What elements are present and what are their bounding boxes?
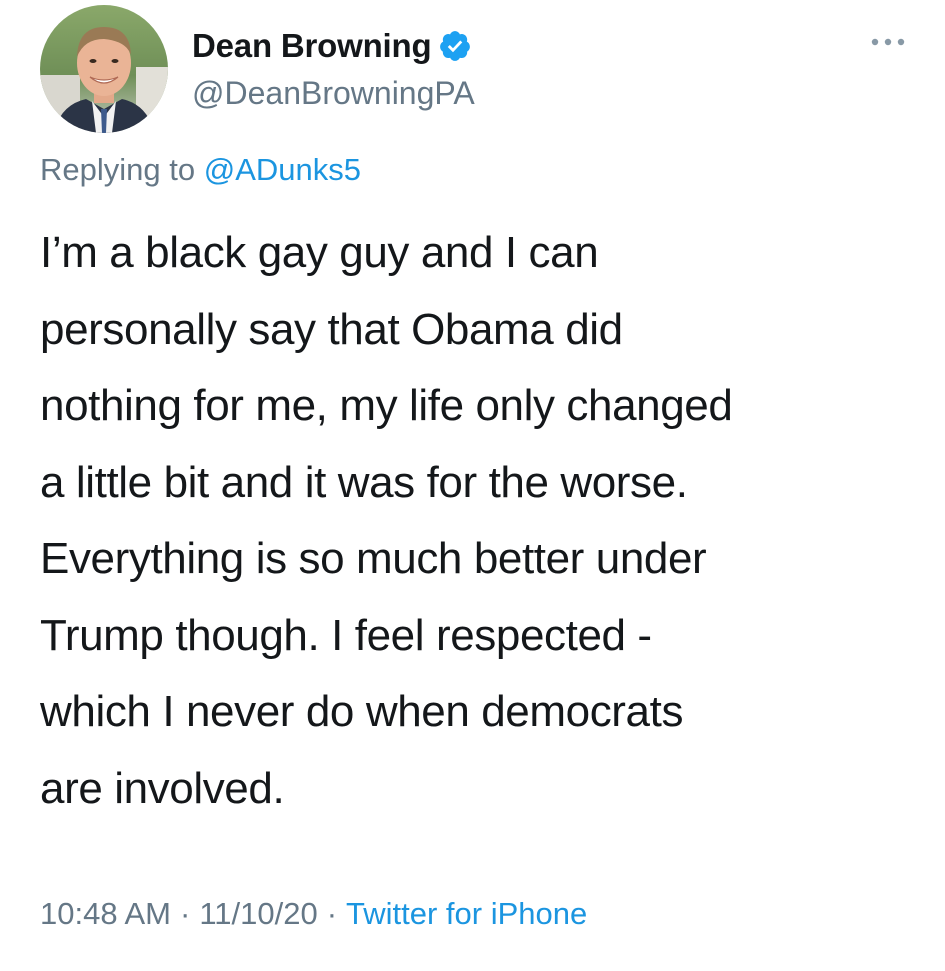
tweet-text-line: a little bit and it was for the worse. — [40, 457, 688, 507]
meta-separator: · — [326, 896, 338, 931]
author-handle[interactable]: @DeanBrowningPA — [192, 75, 475, 112]
replying-to-label: Replying to — [40, 152, 196, 187]
tweet-text-line: are involved. — [40, 763, 285, 813]
tweet-text: I’m a black gay guy and I can personally… — [40, 215, 910, 827]
tweet-date[interactable]: 11/10/20 — [199, 896, 317, 931]
verified-badge-icon — [438, 29, 472, 63]
replying-to: Replying to @ADunks5 — [40, 152, 361, 188]
reply-handle-link[interactable]: @ADunks5 — [204, 152, 361, 187]
tweet-card: Dean Browning @DeanBrowningPA Replying t… — [0, 0, 945, 971]
tweet-text-line: nothing for me, my life only changed — [40, 381, 733, 430]
tweet-text-line: personally say that Obama did — [40, 304, 623, 354]
tweet-text-line: which I never do when democrats — [40, 687, 684, 736]
more-options-icon[interactable] — [869, 32, 907, 52]
meta-separator: · — [179, 896, 191, 931]
tweet-time[interactable]: 10:48 AM — [40, 896, 171, 931]
author-name-row[interactable]: Dean Browning — [192, 21, 472, 71]
display-name[interactable]: Dean Browning — [192, 27, 432, 65]
tweet-text-line: Trump though. I feel respected - — [40, 610, 652, 660]
tweet-text-line: I’m a black gay guy and I can — [40, 228, 599, 277]
avatar[interactable] — [40, 5, 168, 133]
tweet-meta: 10:48 AM · 11/10/20 · Twitter for iPhone — [40, 896, 587, 932]
tweet-text-line: Everything is so much better under — [40, 534, 707, 583]
tweet-source-link[interactable]: Twitter for iPhone — [346, 896, 587, 931]
avatar-photo — [40, 5, 168, 133]
